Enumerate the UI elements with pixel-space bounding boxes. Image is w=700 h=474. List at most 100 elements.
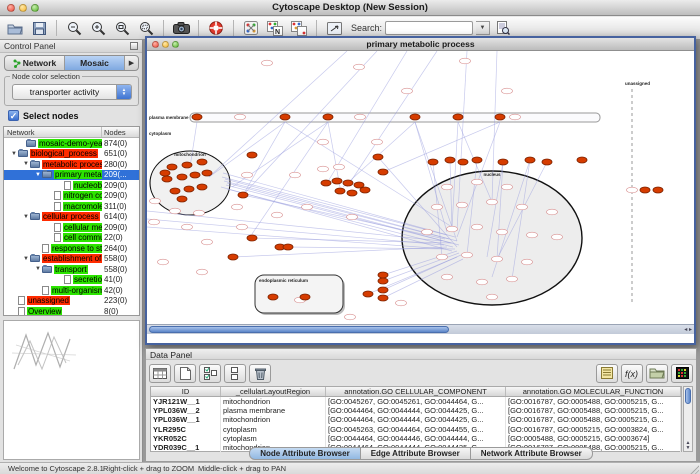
search-dropdown-icon[interactable]: ▼ [476,21,490,35]
network-node-label[interactable] [347,214,358,220]
network-node[interactable] [177,196,187,202]
network-node[interactable] [653,187,663,193]
network-node-label[interactable] [487,199,498,205]
network-node[interactable] [577,157,587,163]
network-node[interactable] [445,157,455,163]
canvas-horizontal-scrollbar[interactable]: ◂ ▸ [147,324,694,334]
hscroll-arrows-icon[interactable]: ◂ ▸ [684,325,692,335]
tree-row[interactable]: Overview8(0) [4,306,139,316]
tree-row[interactable]: ▼establishment of lo558(0) [4,254,139,265]
network-node[interactable] [190,172,200,178]
tab-node-attribute-browser[interactable]: Node Attribute Browser [249,447,361,460]
network-node[interactable] [525,157,535,163]
network-node-label[interactable] [487,294,498,300]
network-node-label[interactable] [355,114,366,120]
node-color-dropdown[interactable]: transporter activity ▲▼ [12,84,132,100]
network-node[interactable] [378,287,388,293]
network-node-label[interactable] [158,259,169,265]
network-node-label[interactable] [232,204,243,210]
tree-row[interactable]: nitrogen compo209(0) [4,191,139,202]
network-close-icon[interactable] [152,41,159,48]
table-column-header[interactable]: annotation.GO CELLULAR_COMPONENT [326,387,506,396]
network-node-label[interactable] [460,58,471,64]
network-node-label[interactable] [402,88,413,94]
network-node-label[interactable] [502,88,513,94]
network-node[interactable] [495,114,505,120]
zoom-fit-icon[interactable] [135,18,157,38]
tree-row[interactable]: cellular metabo209(0) [4,222,139,233]
network-node-label[interactable] [447,226,458,232]
network-node[interactable] [283,244,293,250]
network-node-label[interactable] [522,259,533,265]
network-node[interactable] [323,114,333,120]
network-node[interactable] [184,186,194,192]
network-node[interactable] [472,157,482,163]
select-attributes-icon[interactable] [199,364,221,383]
zoom-window-icon[interactable] [31,4,39,12]
network-node[interactable] [167,164,177,170]
network-window-titlebar[interactable]: primary metabolic process [147,38,694,51]
hide-panel-icon[interactable] [323,18,345,38]
new-attribute-icon[interactable] [174,364,196,383]
network-node-label[interactable] [318,139,329,145]
network-node-label[interactable] [345,314,356,320]
table-column-header[interactable]: _cellularLayoutRegion [221,387,326,396]
tree-row[interactable]: mosaic-demo-yeast874(0) [4,138,139,149]
network-node-label[interactable] [290,172,301,178]
network-minimize-icon[interactable] [162,41,169,48]
table-column-header[interactable]: ID [151,387,221,396]
network-node[interactable] [640,187,650,193]
close-window-icon[interactable] [7,4,15,12]
network-node-label[interactable] [552,234,563,240]
network-node[interactable] [162,176,172,182]
tab-edge-attribute-browser[interactable]: Edge Attribute Browser [361,447,471,460]
network-node-label[interactable] [442,184,453,190]
network-node[interactable] [300,294,310,300]
network-node-label[interactable] [202,239,213,245]
tree-row[interactable]: macromolecule311(0) [4,201,139,212]
network-node-label[interactable] [235,114,246,120]
select-nodes-checkbox[interactable]: ✓ [8,110,19,121]
network-node-label[interactable] [437,254,448,260]
table-vertical-scrollbar[interactable]: ▲▼ [683,386,693,452]
table-row[interactable]: YJR121W__1mitochondrion[GO:0045267, GO:0… [151,397,681,406]
network-node-label[interactable] [502,184,513,190]
tree-row[interactable]: ▼metabolic process280(0) [4,159,139,170]
network-canvas[interactable]: plasma membranecytoplasmunassignedmitoch… [147,51,694,324]
mitochondrion-region[interactable] [150,151,230,215]
network-node[interactable] [363,291,373,297]
function-builder-icon[interactable]: f(x) [621,364,643,383]
network-zoom-icon[interactable] [172,41,179,48]
network-node[interactable] [177,174,187,180]
network-node[interactable] [238,192,248,198]
tree-row[interactable]: ▼transport558(0) [4,264,139,275]
open-icon[interactable] [4,18,26,38]
table-row[interactable]: YPL036W__2plasma membrane[GO:0044464, GO… [151,406,681,415]
network-node[interactable] [228,254,238,260]
network-node[interactable] [202,170,212,176]
network-node[interactable] [335,188,345,194]
network-node[interactable] [458,159,468,165]
network-node-label[interactable] [149,219,160,225]
attribute-editor-icon[interactable] [596,364,618,383]
tree-expand-arrow-icon[interactable]: ▼ [22,161,30,167]
overview-network-icon[interactable] [240,18,262,38]
network-node-label[interactable] [507,276,518,282]
birdseye-view-panel[interactable] [3,320,140,460]
network-node[interactable] [410,114,420,120]
network-node[interactable] [542,159,552,165]
network-node-label[interactable] [472,179,483,185]
tab-network-attribute-browser[interactable]: Network Attribute Browser [471,447,593,460]
network-node-label[interactable] [170,208,181,214]
tab-overflow-arrow-icon[interactable]: ▶ [125,56,138,70]
network-node[interactable] [321,180,331,186]
network-node-label[interactable] [354,64,365,70]
network-node[interactable] [192,114,202,120]
tree-row[interactable]: ▼cellular process614(0) [4,212,139,223]
network-node-label[interactable] [372,139,383,145]
network-node-label[interactable] [442,274,453,280]
tree-row[interactable]: ▼biological_process651(0) [4,149,139,160]
network-node-label[interactable] [477,279,488,285]
delete-attribute-icon[interactable] [249,364,271,383]
network-node[interactable] [378,295,388,301]
